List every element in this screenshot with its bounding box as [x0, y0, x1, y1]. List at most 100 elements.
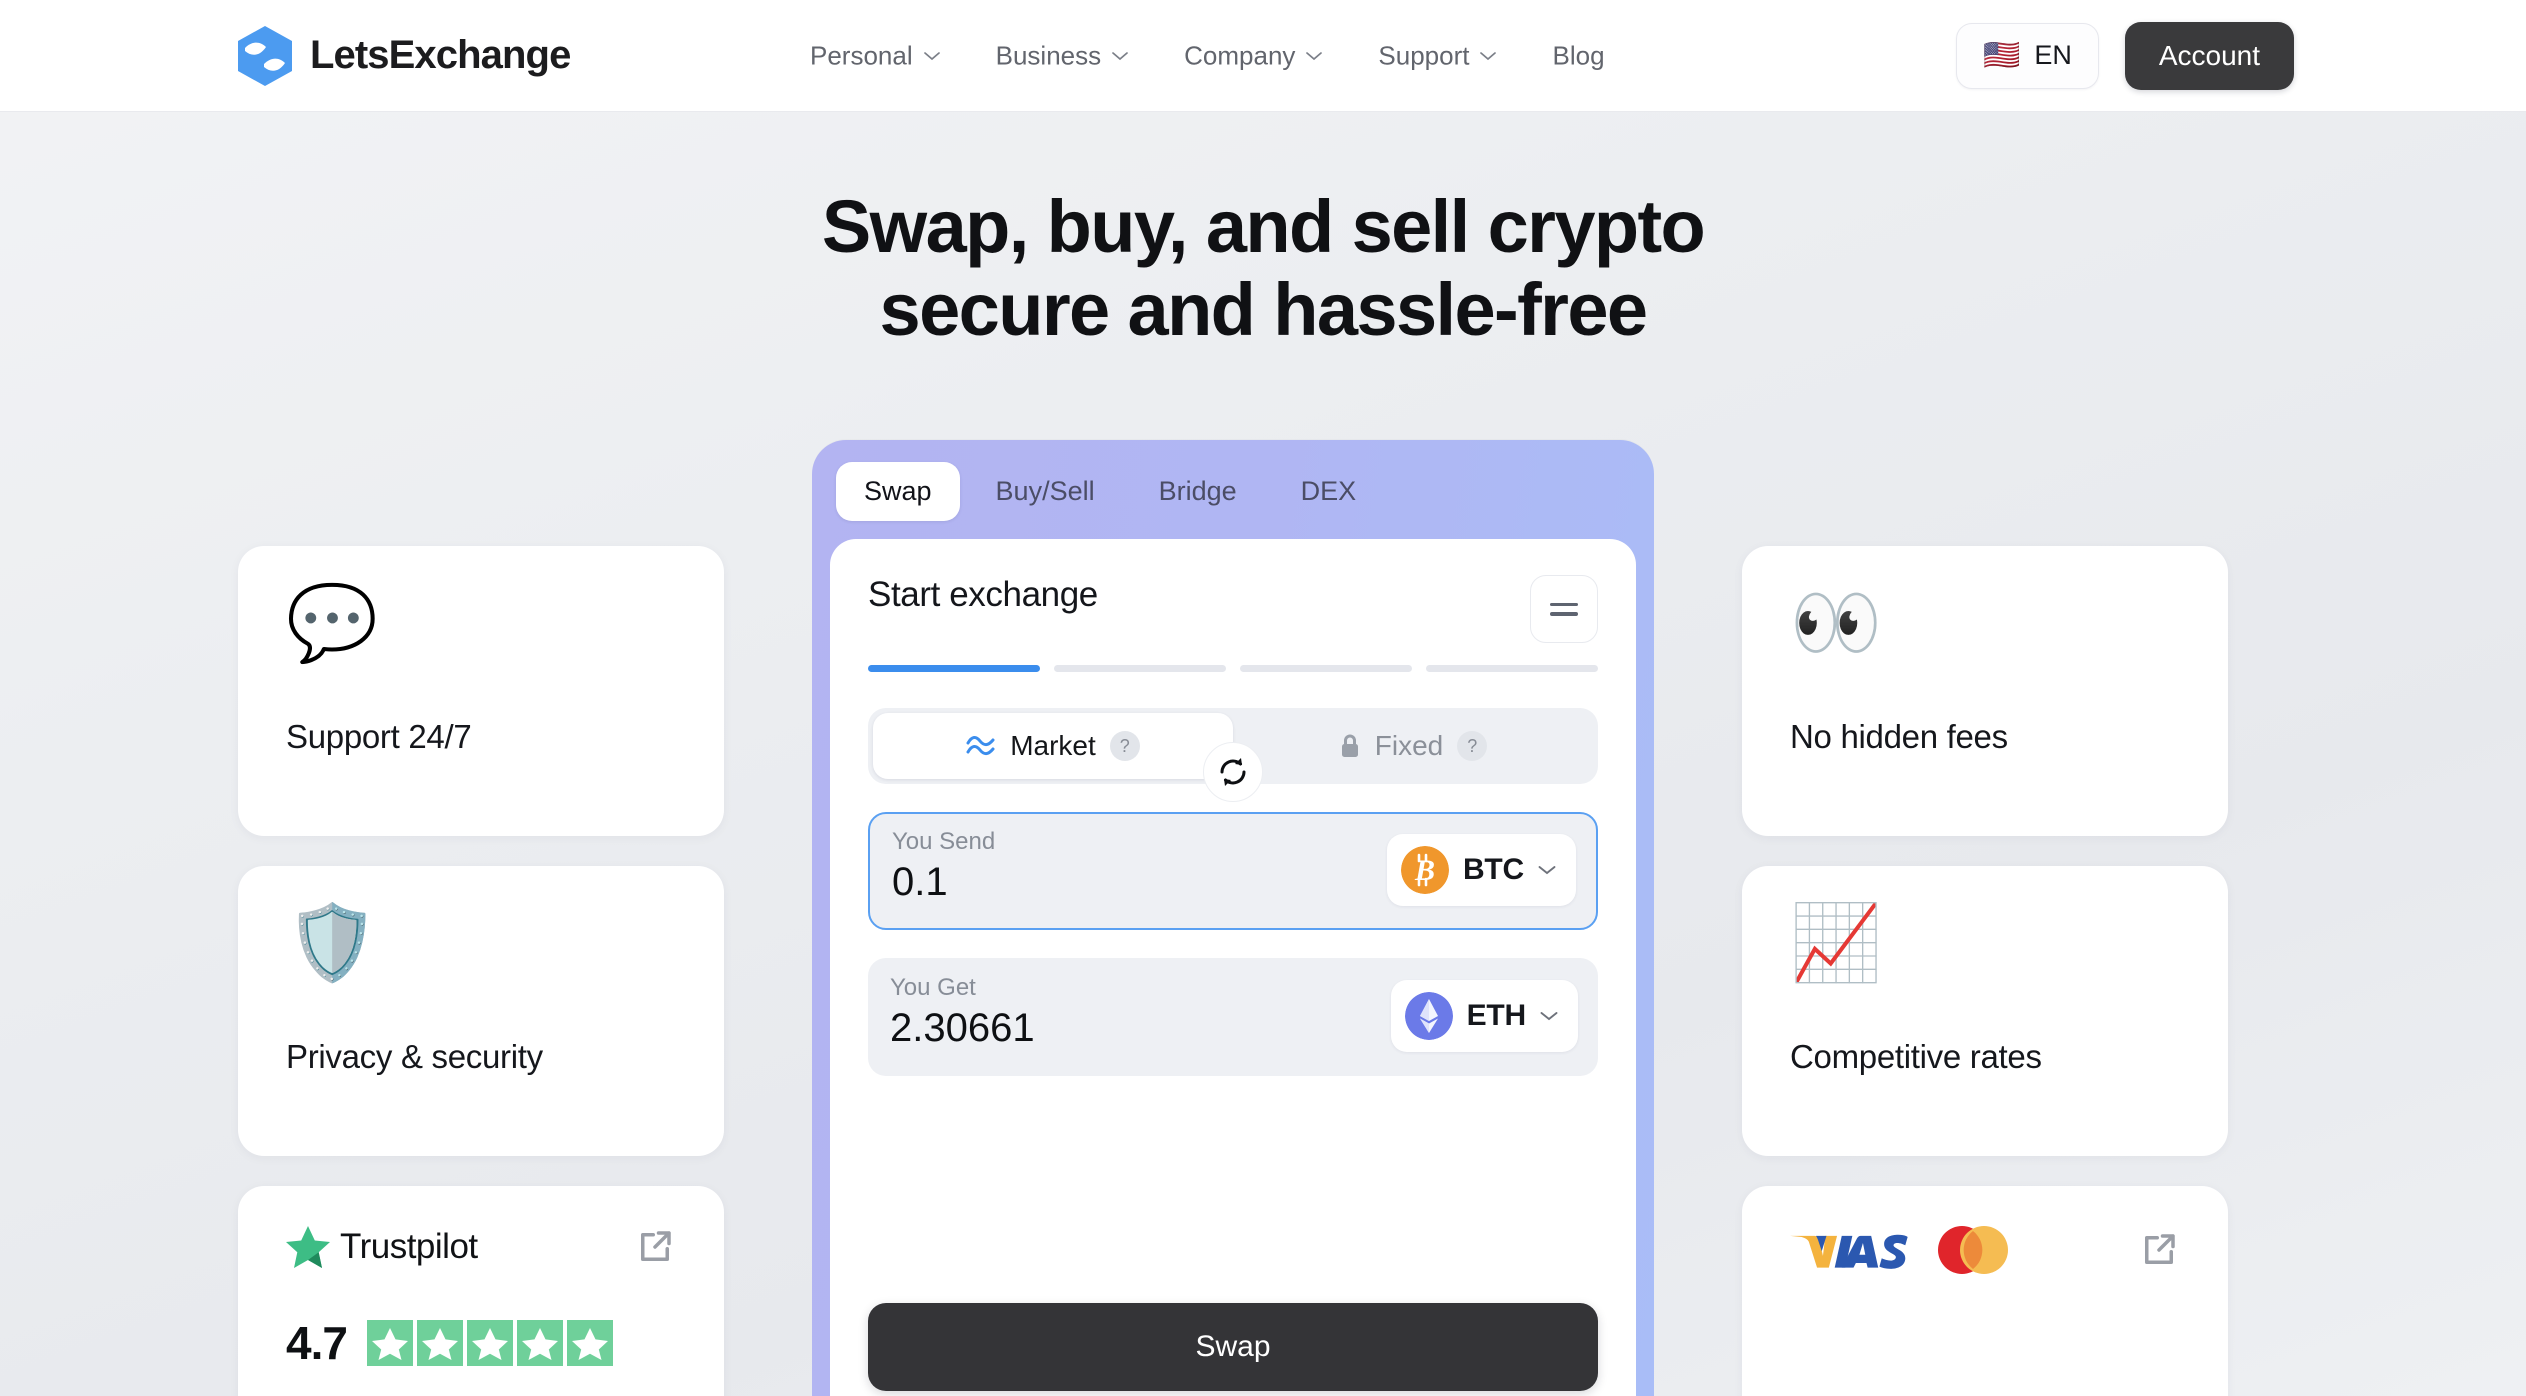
wave-rate-icon	[966, 735, 996, 757]
feature-card-title: Support 24/7	[286, 718, 472, 755]
hero-line-1: Swap, buy, and sell crypto	[821, 185, 1706, 268]
letsexchange-logo-icon	[238, 25, 292, 86]
main-nav: Personal Business Company Support Blog	[810, 40, 1605, 71]
widget-tabs: Swap Buy/Sell Bridge DEX	[830, 462, 1636, 539]
feature-card-title: Competitive rates	[1790, 1038, 2042, 1075]
swap-submit-button[interactable]: Swap	[868, 1303, 1598, 1391]
tab-swap[interactable]: Swap	[836, 462, 960, 521]
nav-item-company[interactable]: Company	[1184, 40, 1323, 71]
star-tile	[416, 1320, 463, 1366]
you-send-input[interactable]	[892, 860, 1332, 905]
get-coin-label: ETH	[1466, 999, 1527, 1032]
site-header: LetsExchange Personal Business Company S…	[0, 0, 2526, 112]
page-title: Swap, buy, and sell crypto secure and ha…	[0, 185, 2526, 352]
rate-mode-market[interactable]: Market ?	[873, 713, 1233, 779]
account-button[interactable]: Account	[2124, 21, 2294, 90]
nav-label: Support	[1378, 40, 1470, 70]
exchange-title: Start exchange	[868, 575, 1098, 614]
feature-card-competitive-rates: 📈 Competitive rates	[1742, 866, 2228, 1156]
exchange-form: Start exchange Market ? Fixed ? You Send…	[830, 539, 1636, 1396]
step-indicator	[868, 665, 1040, 672]
nav-label: Company	[1184, 40, 1296, 70]
feature-card-title: Privacy & security	[286, 1038, 543, 1075]
logo-text: LetsExchange	[310, 33, 571, 77]
chart-increasing-icon: 📈	[1790, 901, 1883, 984]
shield-icon: 🛡️	[286, 901, 379, 984]
chevron-down-icon	[1480, 51, 1497, 60]
feature-card-privacy: 🛡️ Privacy & security	[238, 866, 724, 1156]
lock-icon	[1339, 733, 1361, 759]
you-get-input[interactable]	[890, 1006, 1330, 1051]
chevron-down-icon	[1540, 1012, 1558, 1021]
nav-item-blog[interactable]: Blog	[1552, 40, 1604, 71]
rate-mode-fixed[interactable]: Fixed ?	[1233, 713, 1593, 779]
step-indicator	[1240, 665, 1412, 672]
language-label: EN	[2034, 40, 2072, 70]
nav-item-business[interactable]: Business	[996, 40, 1129, 71]
ethereum-icon	[1404, 992, 1453, 1040]
external-link-icon[interactable]	[634, 1226, 676, 1268]
market-help-icon[interactable]: ?	[1109, 731, 1140, 761]
speech-balloon-icon: 💬	[286, 581, 379, 664]
trustpilot-brand: Trustpilot	[286, 1226, 478, 1268]
rate-mode-label: Market	[1010, 730, 1096, 761]
you-send-field[interactable]: You Send B BTC	[868, 812, 1598, 930]
svg-text:B: B	[1414, 854, 1435, 887]
header-actions: 🇺🇸 EN Account	[1955, 21, 2294, 90]
step-indicator	[1054, 665, 1226, 672]
trustpilot-score: 4.7	[286, 1317, 348, 1369]
star-tile	[566, 1320, 613, 1366]
hero-line-2: secure and hassle-free	[879, 267, 1648, 351]
you-get-label: You Get	[890, 974, 976, 1001]
payment-logos	[1790, 1226, 2012, 1274]
payment-methods-card[interactable]	[1742, 1186, 2228, 1396]
star-tile	[466, 1320, 513, 1366]
bitcoin-icon: B	[1400, 846, 1449, 894]
chevron-down-icon	[1538, 866, 1556, 875]
chevron-down-icon	[923, 51, 940, 60]
logo-link[interactable]: LetsExchange	[238, 25, 571, 86]
get-coin-selector[interactable]: ETH	[1390, 980, 1578, 1052]
trustpilot-star-icon	[286, 1226, 330, 1268]
eyes-icon: 👀	[1790, 581, 1883, 664]
trustpilot-stars	[366, 1320, 613, 1366]
mastercard-logo-icon	[1937, 1226, 2008, 1274]
nav-item-support[interactable]: Support	[1378, 40, 1497, 71]
nav-label: Business	[995, 40, 1102, 70]
nav-item-personal[interactable]: Personal	[810, 40, 940, 71]
menu-bar	[1550, 602, 1578, 606]
feature-card-no-hidden-fees: 👀 No hidden fees	[1742, 546, 2228, 836]
star-tile	[516, 1320, 563, 1366]
you-get-field[interactable]: You Get ETH	[868, 958, 1598, 1076]
step-progress	[868, 665, 1598, 672]
swap-direction-icon	[1220, 758, 1246, 786]
chevron-down-icon	[1306, 51, 1323, 60]
nav-label: Blog	[1552, 40, 1605, 70]
us-flag-icon: 🇺🇸	[1982, 38, 2021, 72]
menu-bar	[1550, 612, 1578, 616]
send-coin-label: BTC	[1462, 853, 1524, 886]
tab-bridge[interactable]: Bridge	[1131, 462, 1265, 521]
language-switcher[interactable]: 🇺🇸 EN	[1955, 22, 2099, 89]
exchange-widget: Swap Buy/Sell Bridge DEX Start exchange	[812, 440, 1654, 1396]
send-coin-selector[interactable]: B BTC	[1386, 834, 1576, 906]
trustpilot-card[interactable]: Trustpilot 4.7	[238, 1186, 724, 1396]
hero-section: Swap, buy, and sell crypto secure and ha…	[0, 185, 2526, 352]
you-send-label: You Send	[892, 828, 996, 855]
feature-card-support: 💬 Support 24/7	[238, 546, 724, 836]
rate-mode-label: Fixed	[1374, 730, 1444, 761]
tab-dex[interactable]: DEX	[1273, 462, 1385, 521]
trustpilot-name: Trustpilot	[340, 1227, 478, 1266]
chevron-down-icon	[1112, 51, 1128, 60]
hamburger-menu-icon[interactable]	[1530, 575, 1598, 643]
swap-direction-button[interactable]	[1203, 742, 1263, 802]
visa-logo-icon	[1790, 1234, 1908, 1269]
star-tile	[366, 1320, 413, 1366]
feature-card-title: No hidden fees	[1790, 718, 2008, 755]
page-root: LetsExchange Personal Business Company S…	[0, 0, 2526, 1396]
external-link-icon[interactable]	[2138, 1229, 2180, 1271]
step-indicator	[1426, 665, 1598, 672]
tab-buy-sell[interactable]: Buy/Sell	[968, 462, 1123, 521]
fixed-help-icon[interactable]: ?	[1457, 731, 1488, 761]
nav-label: Personal	[810, 40, 913, 70]
